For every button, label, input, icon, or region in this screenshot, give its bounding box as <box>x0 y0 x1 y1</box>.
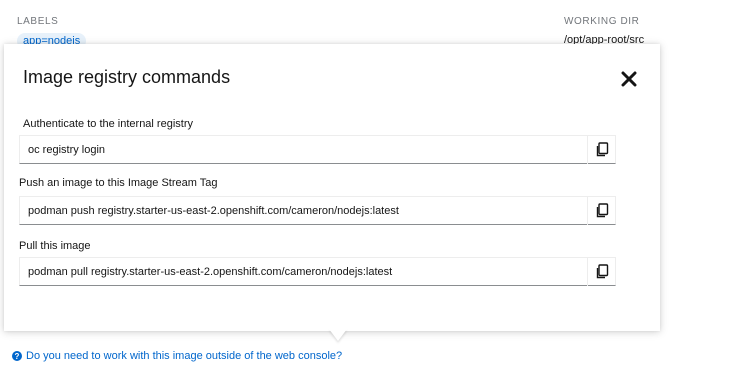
copy-icon <box>596 203 608 218</box>
copy-authenticate-button[interactable] <box>587 135 615 164</box>
pull-command-field[interactable]: podman pull registry.starter-us-east-2.o… <box>19 257 616 286</box>
copy-push-button[interactable] <box>587 196 615 225</box>
labels-heading: LABELS <box>17 16 59 27</box>
push-command-field[interactable]: podman push registry.starter-us-east-2.o… <box>19 196 616 225</box>
push-label: Push an image to this Image Stream Tag <box>19 177 218 189</box>
push-command-text: podman push registry.starter-us-east-2.o… <box>28 205 399 217</box>
close-icon <box>621 71 637 87</box>
close-button[interactable] <box>618 68 640 90</box>
popover-title: Image registry commands <box>23 67 231 87</box>
pull-label: Pull this image <box>19 240 91 252</box>
authenticate-label: Authenticate to the internal registry <box>23 118 193 130</box>
copy-icon <box>596 142 608 157</box>
question-circle-icon: ? <box>12 351 22 361</box>
working-dir-heading: WORKING DIR <box>564 16 640 27</box>
authenticate-command-field[interactable]: oc registry login <box>19 135 616 164</box>
popover-arrow <box>329 329 347 341</box>
help-link-text: Do you need to work with this image outs… <box>26 350 343 362</box>
authenticate-command-text: oc registry login <box>28 144 106 156</box>
pull-command-text: podman pull registry.starter-us-east-2.o… <box>28 266 393 278</box>
help-link[interactable]: ? Do you need to work with this image ou… <box>12 350 342 362</box>
copy-icon <box>596 264 608 279</box>
registry-commands-popover: Image registry commands Authenticate to … <box>4 44 660 331</box>
copy-pull-button[interactable] <box>587 257 615 286</box>
